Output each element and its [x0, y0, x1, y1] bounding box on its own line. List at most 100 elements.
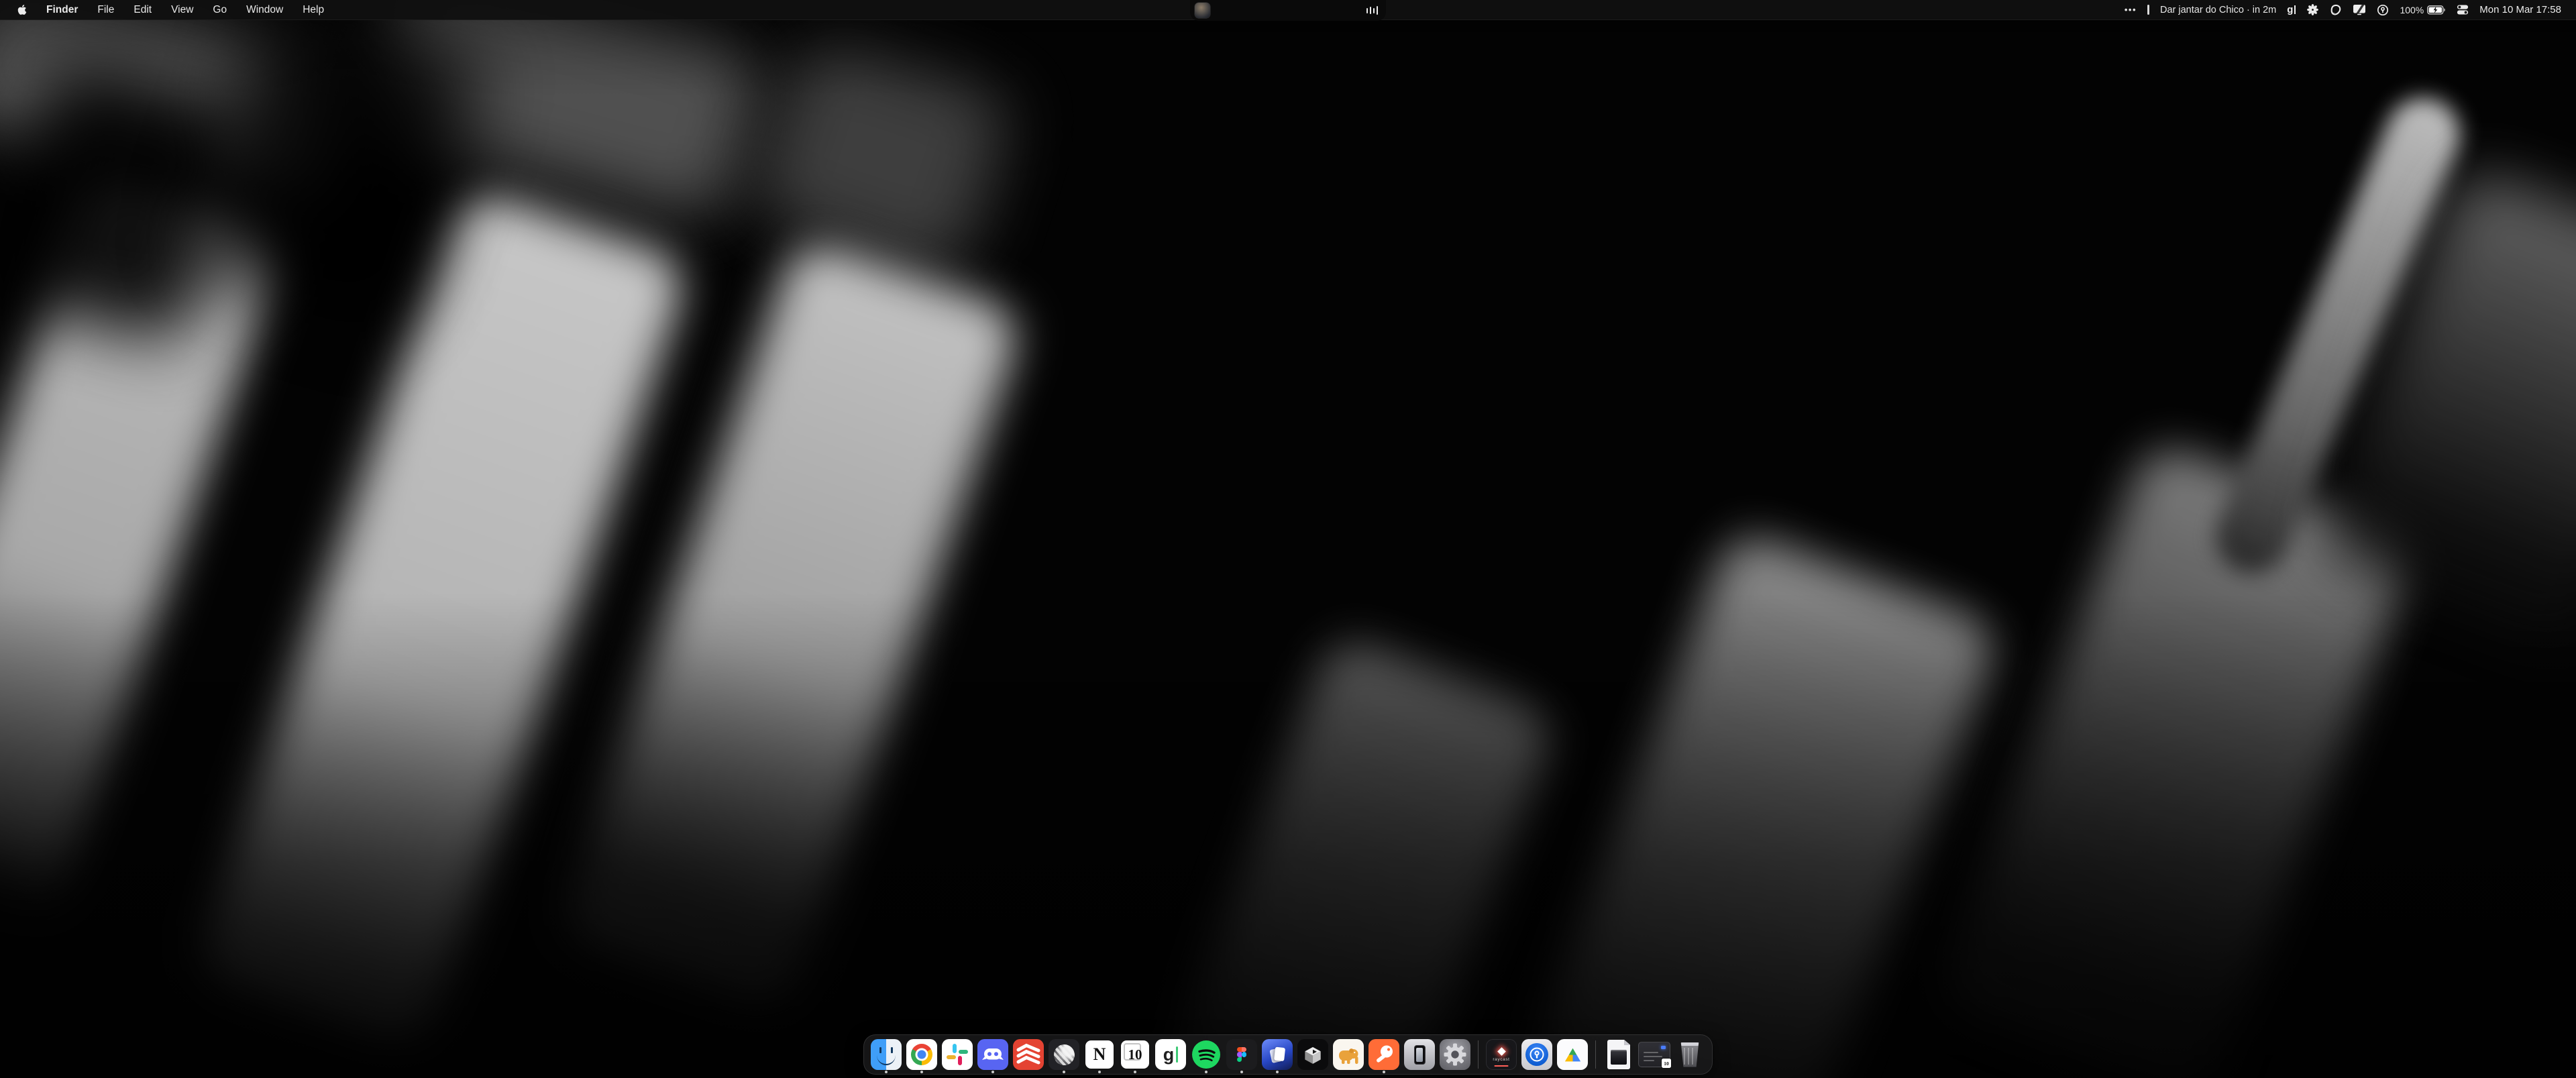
running-indicator [1098, 1071, 1101, 1073]
page-fold [1624, 1040, 1630, 1045]
display-icon[interactable] [2353, 4, 2366, 15]
slack-icon [942, 1039, 973, 1070]
audio-visualizer-icon [1366, 5, 1379, 16]
dock-item-postico[interactable] [1332, 1035, 1364, 1074]
todoist-icon [1013, 1039, 1044, 1070]
running-indicator [885, 1071, 888, 1073]
dock-item-trash[interactable] [1674, 1035, 1706, 1074]
apple-menu[interactable] [17, 4, 27, 15]
cube-3d-icon [1297, 1039, 1328, 1070]
running-indicator [1134, 1071, 1136, 1073]
wallpaper-shadow [182, 0, 488, 333]
menu-view[interactable]: View [171, 4, 193, 16]
dock-divider [1478, 1040, 1479, 1069]
postman-icon [1368, 1039, 1399, 1070]
onepassword-menu-icon[interactable] [2377, 4, 2389, 16]
wallpaper-streak [0, 0, 348, 205]
gear-flower-icon[interactable] [2306, 3, 2319, 16]
dock-item-granola[interactable]: g [1155, 1035, 1187, 1074]
granola-glyph: g [2287, 5, 2293, 15]
menu-help[interactable]: Help [303, 4, 324, 16]
raycast-underline [1495, 1065, 1509, 1067]
dock-item-postman[interactable] [1368, 1035, 1400, 1074]
notch-now-playing[interactable] [1190, 0, 1386, 21]
menu-finder[interactable]: Finder [46, 4, 78, 16]
system-settings-icon [1440, 1039, 1470, 1070]
craft-icon [1262, 1039, 1293, 1070]
dock-item-1password[interactable] [1521, 1035, 1553, 1074]
dock-item-google-drive[interactable] [1556, 1035, 1589, 1074]
album-art [1195, 3, 1210, 18]
dock-item-minimized-window[interactable]: 10 [1638, 1035, 1670, 1074]
granola-menu-icon[interactable]: g [2287, 5, 2296, 15]
wallpaper-streak [1505, 527, 2003, 1078]
notion-calendar-badge: 10 [1661, 1058, 1672, 1069]
notion-icon: N [1084, 1039, 1115, 1070]
minimized-window-thumbnail: 10 [1638, 1042, 1670, 1067]
chrome-icon [906, 1039, 937, 1070]
apple-logo-icon [17, 4, 27, 15]
dock-item-finder[interactable] [870, 1035, 902, 1074]
notion-calendar-icon: 10 [1120, 1039, 1150, 1070]
dock-item-iphone-mirroring[interactable] [1403, 1035, 1436, 1074]
raycast-icon: raycast [1486, 1039, 1517, 1070]
wallpaper-streak [557, 235, 1026, 1012]
dock-item-notion[interactable]: N [1083, 1035, 1116, 1074]
wallpaper-shadow [0, 58, 250, 350]
menu-file[interactable]: File [97, 4, 114, 16]
menu-edit[interactable]: Edit [133, 4, 152, 16]
dock-item-craft[interactable] [1261, 1035, 1293, 1074]
menu-bar-left: Finder File Edit View Go Window Help [17, 4, 324, 16]
raycast-label: raycast [1493, 1057, 1509, 1062]
battery-percent: 100% [2400, 5, 2424, 15]
control-center-icon[interactable] [2457, 4, 2469, 15]
dock-divider [1595, 1040, 1596, 1069]
wallpaper-streak [0, 168, 287, 919]
dock-item-chrome[interactable] [906, 1035, 938, 1074]
dock-item-notion-calendar[interactable]: 10 [1119, 1035, 1151, 1074]
dock-item-linear[interactable] [1048, 1035, 1080, 1074]
notion-calendar-date: 10 [1128, 1046, 1142, 1063]
menu-extras-overflow-icon[interactable]: ••• [2125, 5, 2137, 15]
running-indicator [920, 1071, 923, 1073]
linear-icon [1049, 1039, 1079, 1070]
battery-charging-icon [2427, 5, 2446, 15]
menu-window[interactable]: Window [246, 4, 283, 16]
menu-go[interactable]: Go [213, 4, 227, 16]
running-indicator [1276, 1071, 1279, 1073]
dock-item-3d-cube-app[interactable] [1297, 1035, 1329, 1074]
pick-icon[interactable] [2330, 4, 2342, 16]
discord-icon [977, 1039, 1008, 1070]
dock-item-figma[interactable] [1226, 1035, 1258, 1074]
calendar-event-item[interactable]: Dar jantar do Chico · in 2m [2160, 5, 2276, 15]
dock-item-spotify[interactable] [1190, 1035, 1222, 1074]
raycast-diamond [1497, 1047, 1506, 1056]
dock-item-system-settings[interactable] [1439, 1035, 1471, 1074]
running-indicator [1205, 1071, 1208, 1073]
dock-item-slack[interactable] [941, 1035, 973, 1074]
menu-bar-status: ••• Dar jantar do Chico · in 2m g 100% [2125, 3, 2561, 16]
trash-icon [1680, 1042, 1701, 1067]
separator-bar-icon[interactable] [2147, 5, 2149, 15]
menu-bar-clock[interactable]: Mon 10 Mar 17:58 [2479, 4, 2561, 15]
document-preview [1611, 1050, 1627, 1065]
dock-item-discord[interactable] [977, 1035, 1009, 1074]
window-content-line [1644, 1056, 1662, 1057]
dock-item-todoist[interactable] [1012, 1035, 1044, 1074]
wallpaper-streak [193, 184, 692, 1050]
spotify-icon [1191, 1039, 1222, 1070]
document-file-icon [1607, 1040, 1630, 1069]
dock-item-document[interactable] [1603, 1035, 1635, 1074]
dock: N 10 g [863, 1034, 1713, 1075]
window-content-line [1644, 1052, 1658, 1053]
dock-item-raycast[interactable]: raycast [1485, 1035, 1517, 1074]
wallpaper-streak [1137, 633, 1560, 1078]
wallpaper-streak [1934, 438, 2420, 1078]
onepassword-icon [1521, 1039, 1552, 1070]
wallpaper-streak [2204, 87, 2471, 585]
granola-cursor [1176, 1046, 1179, 1063]
granola-icon: g [1155, 1039, 1186, 1070]
iphone-mirroring-icon [1404, 1039, 1435, 1070]
notion-glyph: N [1093, 1044, 1106, 1065]
battery-status[interactable]: 100% [2400, 5, 2446, 15]
